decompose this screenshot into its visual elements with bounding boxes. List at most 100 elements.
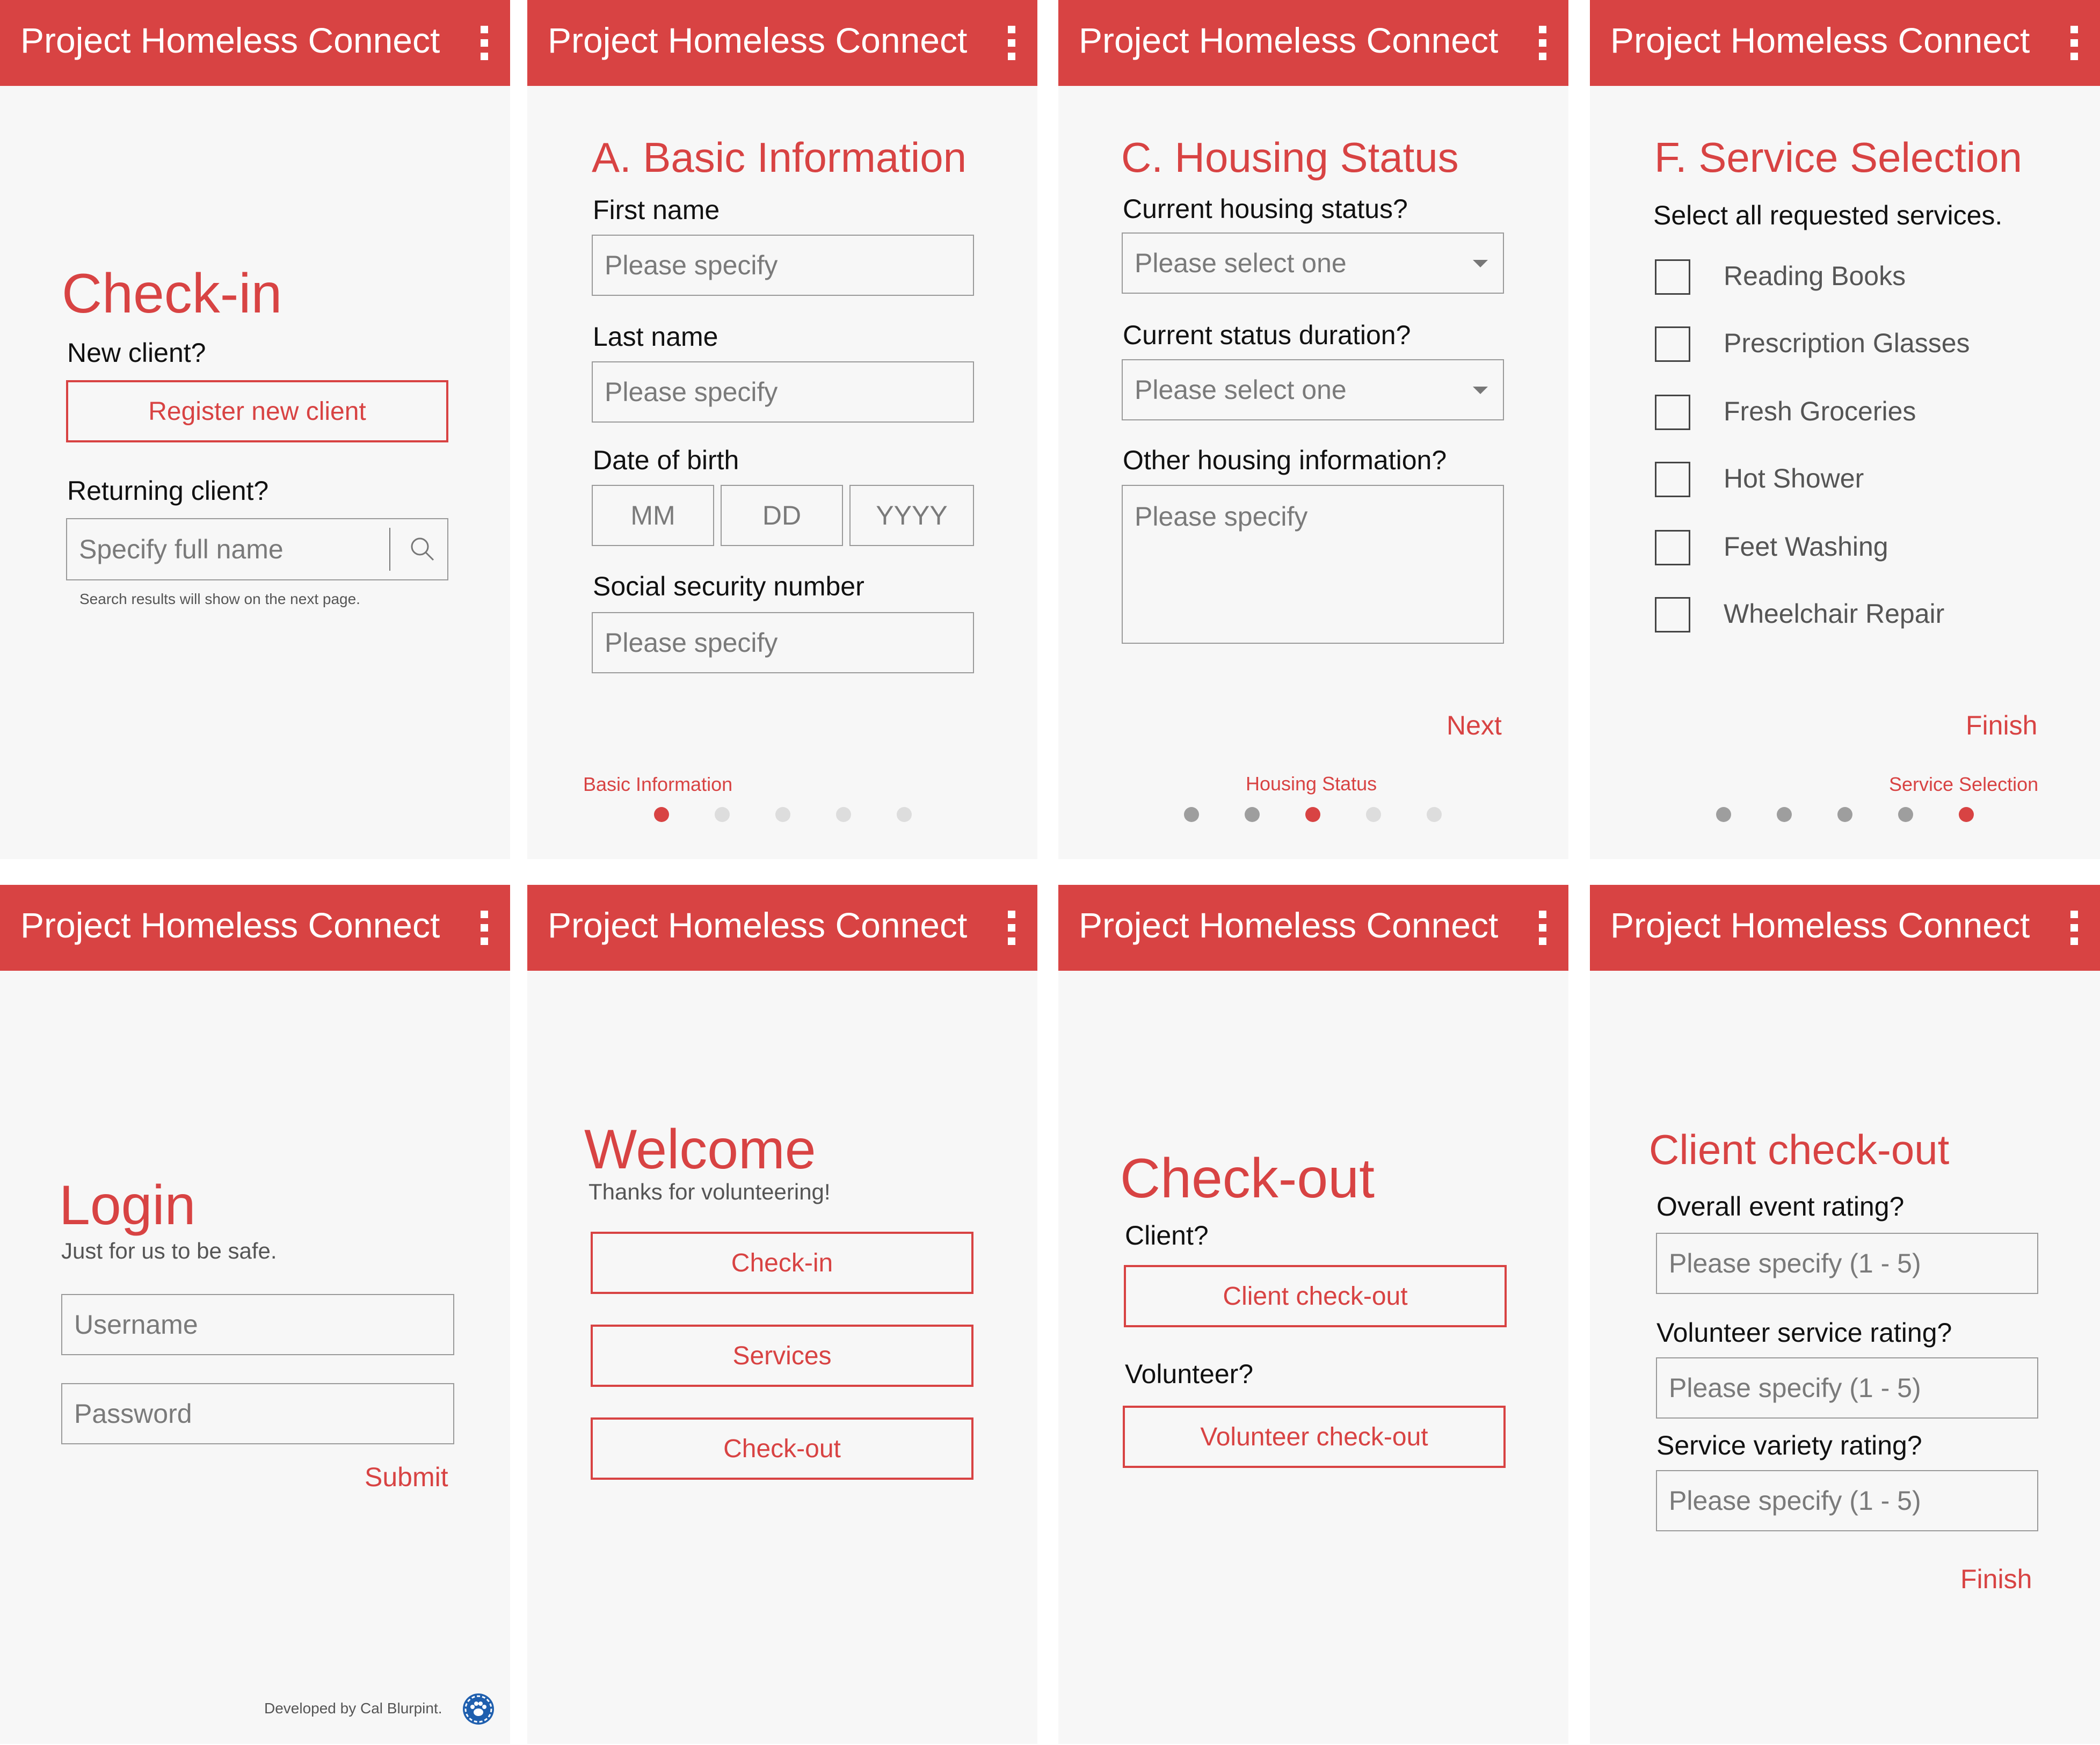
service-checkbox[interactable]: [1655, 530, 1690, 565]
app-bar: Project Homeless Connect: [1590, 0, 2100, 86]
finish-button[interactable]: Finish: [1960, 1564, 2032, 1595]
step-dot: [1245, 807, 1260, 822]
next-button[interactable]: Next: [1447, 710, 1502, 741]
step-dot-active: [1959, 807, 1974, 822]
app-title: Project Homeless Connect: [548, 905, 968, 945]
password-placeholder: Password: [74, 1399, 192, 1429]
volunteer-rating-placeholder: Please specify (1 - 5): [1669, 1373, 1921, 1403]
first-name-input[interactable]: Please specify: [592, 235, 974, 296]
date-of-birth-label: Date of birth: [593, 445, 739, 475]
screen-service-selection: Project Homeless Connect F. Service Sele…: [1590, 0, 2100, 859]
screen-housing-status: Project Homeless Connect C. Housing Stat…: [1058, 0, 1568, 859]
submit-button[interactable]: Submit: [365, 1462, 448, 1493]
developer-credit: Developed by Cal Blurpint.: [264, 1700, 442, 1717]
register-new-client-button[interactable]: Register new client: [66, 380, 448, 442]
page-title: Welcome: [584, 1118, 816, 1181]
ssn-label: Social security number: [593, 571, 864, 601]
page-title: A. Basic Information: [592, 134, 967, 181]
app-title: Project Homeless Connect: [20, 20, 440, 60]
client-check-out-button[interactable]: Client check-out: [1124, 1265, 1507, 1327]
dob-day-placeholder: DD: [762, 500, 802, 530]
variety-rating-label: Service variety rating?: [1656, 1430, 1922, 1460]
app-bar: Project Homeless Connect: [527, 0, 1037, 86]
app-bar: Project Homeless Connect: [0, 885, 510, 971]
services-button[interactable]: Services: [591, 1325, 973, 1387]
volunteer-rating-input[interactable]: Please specify (1 - 5): [1656, 1357, 2038, 1419]
other-housing-label: Other housing information?: [1123, 445, 1447, 475]
bear-paw-logo-icon: [463, 1693, 494, 1725]
kebab-menu-icon[interactable]: [1006, 26, 1017, 60]
dob-year-input[interactable]: YYYY: [849, 485, 974, 546]
services-instruction: Select all requested services.: [1653, 200, 2003, 230]
app-title: Project Homeless Connect: [20, 905, 440, 945]
status-duration-label: Current status duration?: [1123, 320, 1411, 350]
step-dot: [715, 807, 730, 822]
kebab-menu-icon[interactable]: [2069, 26, 2080, 60]
app-title: Project Homeless Connect: [1079, 905, 1499, 945]
variety-rating-placeholder: Please specify (1 - 5): [1669, 1486, 1921, 1516]
first-name-placeholder: Please specify: [605, 250, 778, 280]
app-bar: Project Homeless Connect: [1058, 885, 1568, 971]
service-label: Prescription Glasses: [1724, 328, 1970, 358]
step-dot: [1427, 807, 1442, 822]
app-title: Project Homeless Connect: [1610, 20, 2030, 60]
volunteer-label: Volunteer?: [1125, 1359, 1254, 1389]
step-dot: [897, 807, 912, 822]
overall-rating-placeholder: Please specify (1 - 5): [1669, 1248, 1921, 1278]
dob-month-input[interactable]: MM: [592, 485, 714, 546]
app-title: Project Homeless Connect: [1079, 20, 1499, 60]
page-title: Check-in: [62, 263, 282, 325]
last-name-label: Last name: [593, 322, 718, 352]
overall-rating-input[interactable]: Please specify (1 - 5): [1656, 1233, 2038, 1294]
check-out-button[interactable]: Check-out: [591, 1417, 973, 1480]
service-checkbox[interactable]: [1655, 395, 1690, 430]
username-placeholder: Username: [74, 1310, 198, 1340]
other-housing-placeholder: Please specify: [1135, 501, 1308, 532]
page-title: Login: [59, 1174, 196, 1237]
app-title: Project Homeless Connect: [1610, 905, 2030, 945]
volunteer-check-out-button[interactable]: Volunteer check-out: [1123, 1406, 1506, 1468]
app-bar: Project Homeless Connect: [0, 0, 510, 86]
volunteer-rating-label: Volunteer service rating?: [1656, 1318, 1952, 1348]
app-bar: Project Homeless Connect: [527, 885, 1037, 971]
kebab-menu-icon[interactable]: [1537, 26, 1548, 60]
returning-client-label: Returning client?: [67, 476, 269, 506]
returning-client-search-input[interactable]: Specify full name: [66, 518, 448, 580]
kebab-menu-icon[interactable]: [1537, 911, 1548, 945]
step-dot: [1837, 807, 1852, 822]
app-bar: Project Homeless Connect: [1058, 0, 1568, 86]
housing-status-select[interactable]: Please select one: [1122, 232, 1504, 294]
service-checkbox[interactable]: [1655, 326, 1690, 362]
screen-client-check-out: Project Homeless Connect Client check-ou…: [1590, 885, 2100, 1744]
last-name-input[interactable]: Please specify: [592, 361, 974, 423]
service-checkbox[interactable]: [1655, 259, 1690, 295]
screen-login: Project Homeless Connect Login Just for …: [0, 885, 510, 1744]
page-title: F. Service Selection: [1654, 134, 2022, 181]
status-duration-placeholder: Please select one: [1135, 375, 1347, 405]
ssn-input[interactable]: Please specify: [592, 612, 974, 673]
service-checkbox[interactable]: [1655, 462, 1690, 497]
kebab-menu-icon[interactable]: [2069, 911, 2080, 945]
variety-rating-input[interactable]: Please specify (1 - 5): [1656, 1470, 2038, 1531]
search-icon[interactable]: [408, 534, 438, 564]
password-input[interactable]: Password: [61, 1383, 454, 1444]
search-placeholder: Specify full name: [79, 534, 284, 564]
app-title: Project Homeless Connect: [548, 20, 968, 60]
finish-button[interactable]: Finish: [1966, 710, 2037, 741]
dob-year-placeholder: YYYY: [876, 500, 948, 530]
other-housing-textarea[interactable]: Please specify: [1122, 485, 1504, 644]
status-duration-select[interactable]: Please select one: [1122, 359, 1504, 420]
service-label: Feet Washing: [1724, 532, 1888, 562]
service-label: Reading Books: [1724, 261, 1906, 291]
welcome-subtitle: Thanks for volunteering!: [588, 1179, 831, 1204]
username-input[interactable]: Username: [61, 1294, 454, 1355]
check-in-button[interactable]: Check-in: [591, 1232, 973, 1294]
kebab-menu-icon[interactable]: [479, 26, 490, 60]
dob-day-input[interactable]: DD: [721, 485, 843, 546]
step-dot-active: [1305, 807, 1320, 822]
kebab-menu-icon[interactable]: [1006, 911, 1017, 945]
step-dot: [1184, 807, 1199, 822]
service-checkbox[interactable]: [1655, 597, 1690, 632]
kebab-menu-icon[interactable]: [479, 911, 490, 945]
step-label: Basic Information: [583, 773, 733, 795]
